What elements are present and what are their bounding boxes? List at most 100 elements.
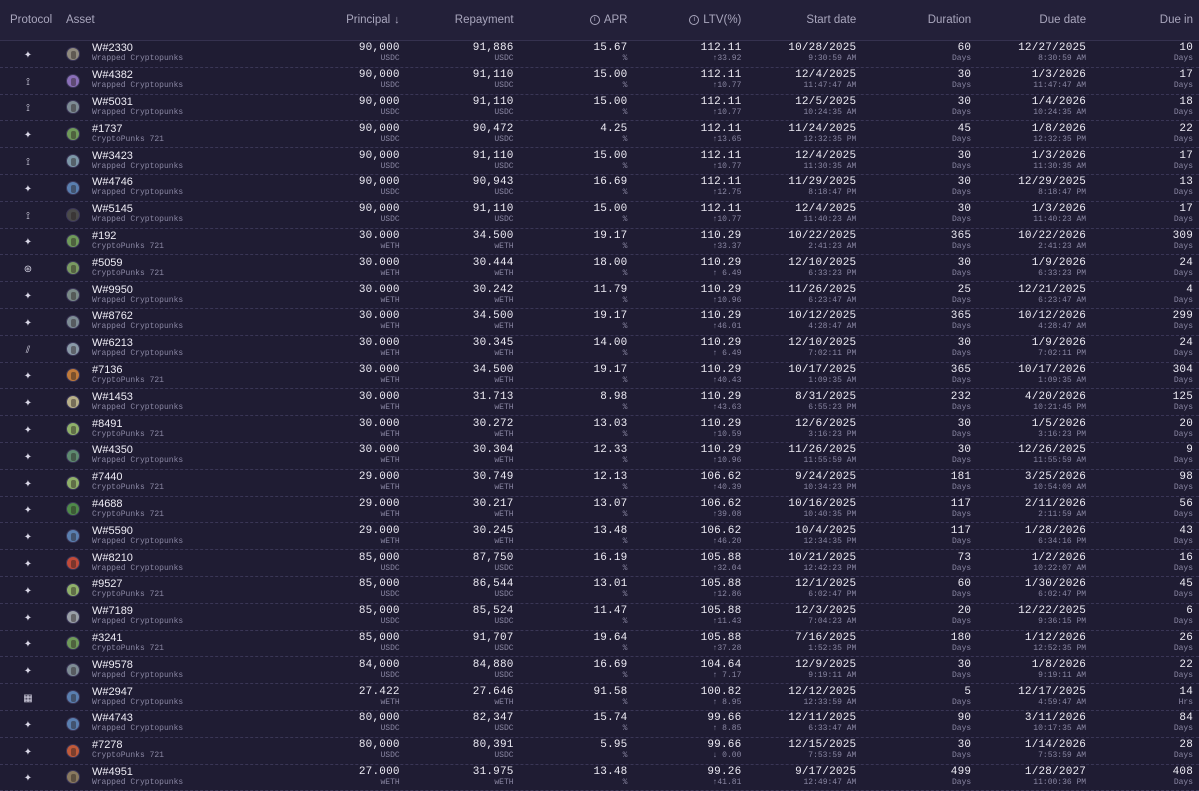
asset-cell[interactable]: W#8210 Wrapped Cryptopunks xyxy=(56,552,306,574)
table-row[interactable]: ✦ W#4746 Wrapped Cryptopunks 90,000 USDC… xyxy=(0,175,1199,202)
table-row[interactable]: ✦ W#8762 Wrapped Cryptopunks 30.000 wETH… xyxy=(0,309,1199,336)
table-row[interactable]: ⟟ W#3423 Wrapped Cryptopunks 90,000 USDC… xyxy=(0,148,1199,175)
asset-name[interactable]: #7278 xyxy=(92,740,164,751)
asset-cell[interactable]: W#4746 Wrapped Cryptopunks xyxy=(56,177,306,198)
table-row[interactable]: ✦ W#9950 Wrapped Cryptopunks 30.000 wETH… xyxy=(0,282,1199,309)
asset-cell[interactable]: W#2947 Wrapped Cryptopunks xyxy=(56,686,306,708)
table-row[interactable]: ✦ #4688 CryptoPunks 721 29.000 wETH 30.2… xyxy=(0,497,1199,524)
asset-cell[interactable]: W#5145 Wrapped Cryptopunks xyxy=(56,204,306,225)
asset-cell[interactable]: W#9950 Wrapped Cryptopunks xyxy=(56,284,306,306)
table-row[interactable]: ⊛ #5059 CryptoPunks 721 30.000 wETH 30.4… xyxy=(0,255,1199,283)
due-date: 1/4/2026 xyxy=(1031,95,1087,108)
table-row[interactable]: ✦ W#4743 Wrapped Cryptopunks 80,000 USDC… xyxy=(0,711,1199,738)
asset-cell[interactable]: W#1453 Wrapped Cryptopunks xyxy=(56,391,306,413)
asset-cell[interactable]: #7440 CryptoPunks 721 xyxy=(56,472,306,493)
table-row[interactable]: ⟟ W#5031 Wrapped Cryptopunks 90,000 USDC… xyxy=(0,95,1199,122)
asset-cell[interactable]: W#4350 Wrapped Cryptopunks xyxy=(56,445,306,466)
table-row[interactable]: ✦ #7278 CryptoPunks 721 80,000 USDC 80,3… xyxy=(0,738,1199,765)
asset-cell[interactable]: W#6213 Wrapped Cryptopunks xyxy=(56,338,306,359)
asset-cell[interactable]: #5059 CryptoPunks 721 xyxy=(56,257,306,279)
asset-name[interactable]: W#3423 xyxy=(92,150,183,162)
table-row[interactable]: ✦ W#5590 Wrapped Cryptopunks 29.000 wETH… xyxy=(0,523,1199,551)
start-time: 12:32:35 PM xyxy=(803,134,857,144)
asset-name[interactable]: #7440 xyxy=(92,472,164,483)
asset-name[interactable]: W#1453 xyxy=(92,391,183,403)
principal-cell: 30.000 wETH xyxy=(306,284,400,306)
col-protocol[interactable]: Protocol xyxy=(0,14,56,26)
info-icon[interactable]: i xyxy=(589,14,600,25)
asset-cell[interactable]: W#5031 Wrapped Cryptopunks xyxy=(56,96,306,118)
col-ltv[interactable]: i LTV(%) xyxy=(627,14,741,26)
asset-cell[interactable]: #8491 CryptoPunks 721 xyxy=(56,418,306,440)
asset-name[interactable]: W#2947 xyxy=(92,686,183,698)
asset-cell[interactable]: #9527 CryptoPunks 721 xyxy=(56,579,306,600)
table-row[interactable]: ⟟ W#4382 Wrapped Cryptopunks 90,000 USDC… xyxy=(0,68,1199,95)
asset-name[interactable]: W#4746 xyxy=(92,177,183,188)
asset-cell[interactable]: W#3423 Wrapped Cryptopunks xyxy=(56,150,306,172)
table-row[interactable]: ✦ #1737 CryptoPunks 721 90,000 USDC 90,4… xyxy=(0,121,1199,149)
table-row[interactable]: ✦ W#1453 Wrapped Cryptopunks 30.000 wETH… xyxy=(0,389,1199,417)
asset-name[interactable]: W#7189 xyxy=(92,606,183,617)
info-icon[interactable]: i xyxy=(689,14,700,25)
table-row[interactable]: ▦ W#2947 Wrapped Cryptopunks 27.422 wETH… xyxy=(0,684,1199,711)
asset-name[interactable]: W#8762 xyxy=(92,311,183,322)
col-principal[interactable]: Principal ↓ xyxy=(306,14,400,26)
asset-cell[interactable]: #1737 CryptoPunks 721 xyxy=(56,123,306,145)
asset-cell[interactable]: #192 CryptoPunks 721 xyxy=(56,230,306,252)
asset-cell[interactable]: W#4743 Wrapped Cryptopunks xyxy=(56,713,306,734)
asset-name[interactable]: #4688 xyxy=(92,498,164,510)
table-row[interactable]: ✦ #8491 CryptoPunks 721 30.000 wETH 30.2… xyxy=(0,416,1199,443)
asset-cell[interactable]: W#9578 Wrapped Cryptopunks xyxy=(56,659,306,681)
asset-cell[interactable]: #7278 CryptoPunks 721 xyxy=(56,740,306,761)
table-row[interactable]: ✦ W#9578 Wrapped Cryptopunks 84,000 USDC… xyxy=(0,657,1199,685)
asset-cell[interactable]: W#5590 Wrapped Cryptopunks xyxy=(56,525,306,547)
table-row[interactable]: ✦ #9527 CryptoPunks 721 85,000 USDC 86,5… xyxy=(0,577,1199,604)
col-start-date[interactable]: Start date xyxy=(741,14,856,26)
asset-cell[interactable]: W#7189 Wrapped Cryptopunks xyxy=(56,606,306,627)
table-row[interactable]: ✦ W#4350 Wrapped Cryptopunks 30.000 wETH… xyxy=(0,443,1199,470)
asset-name[interactable]: W#8210 xyxy=(92,552,183,564)
col-duration[interactable]: Duration xyxy=(856,14,971,26)
table-row[interactable]: ⟟ W#5145 Wrapped Cryptopunks 90,000 USDC… xyxy=(0,202,1199,229)
asset-name[interactable]: #9527 xyxy=(92,579,164,590)
asset-name[interactable]: W#5031 xyxy=(92,96,183,108)
table-row[interactable]: ✦ #7440 CryptoPunks 721 29.000 wETH 30.7… xyxy=(0,470,1199,497)
asset-name[interactable]: #5059 xyxy=(92,257,164,269)
table-row[interactable]: ⫽ W#6213 Wrapped Cryptopunks 30.000 wETH… xyxy=(0,336,1199,363)
col-repayment[interactable]: Repayment xyxy=(400,14,514,26)
asset-name[interactable]: #7136 xyxy=(92,364,164,376)
table-row[interactable]: ✦ W#8210 Wrapped Cryptopunks 85,000 USDC… xyxy=(0,550,1199,577)
asset-name[interactable]: #3241 xyxy=(92,632,164,644)
asset-cell[interactable]: #4688 CryptoPunks 721 xyxy=(56,498,306,520)
table-row[interactable]: ✦ #192 CryptoPunks 721 30.000 wETH 34.50… xyxy=(0,229,1199,256)
asset-name[interactable]: #1737 xyxy=(92,123,164,135)
col-asset[interactable]: Asset xyxy=(56,14,306,26)
table-row[interactable]: ✦ #7136 CryptoPunks 721 30.000 wETH 34.5… xyxy=(0,363,1199,390)
asset-cell[interactable]: W#8762 Wrapped Cryptopunks xyxy=(56,311,306,332)
asset-cell[interactable]: W#2330 Wrapped Cryptopunks xyxy=(56,43,306,64)
asset-name[interactable]: W#9950 xyxy=(92,284,183,296)
asset-name[interactable]: #192 xyxy=(92,230,164,242)
col-due-date[interactable]: Due date xyxy=(971,14,1086,26)
asset-cell[interactable]: W#4951 Wrapped Cryptopunks xyxy=(56,766,306,788)
asset-name[interactable]: W#4743 xyxy=(92,713,183,724)
asset-name[interactable]: W#4382 xyxy=(92,70,183,81)
asset-name[interactable]: W#6213 xyxy=(92,338,183,349)
asset-name[interactable]: W#4350 xyxy=(92,445,183,456)
due-in-cell: 28 Days xyxy=(1086,740,1199,761)
table-row[interactable]: ✦ W#4951 Wrapped Cryptopunks 27.000 wETH… xyxy=(0,765,1199,791)
col-due-in[interactable]: Due in xyxy=(1086,14,1199,26)
asset-name[interactable]: W#5590 xyxy=(92,525,183,537)
table-row[interactable]: ✦ #3241 CryptoPunks 721 85,000 USDC 91,7… xyxy=(0,631,1199,658)
asset-cell[interactable]: #3241 CryptoPunks 721 xyxy=(56,632,306,654)
table-row[interactable]: ✦ W#2330 Wrapped Cryptopunks 90,000 USDC… xyxy=(0,41,1199,68)
asset-name[interactable]: W#5145 xyxy=(92,204,183,215)
asset-name[interactable]: #8491 xyxy=(92,418,164,430)
table-row[interactable]: ✦ W#7189 Wrapped Cryptopunks 85,000 USDC… xyxy=(0,604,1199,631)
asset-cell[interactable]: #7136 CryptoPunks 721 xyxy=(56,364,306,386)
col-apr[interactable]: i APR xyxy=(514,14,627,26)
asset-name[interactable]: W#2330 xyxy=(92,43,183,54)
asset-cell[interactable]: W#4382 Wrapped Cryptopunks xyxy=(56,70,306,91)
asset-name[interactable]: W#4951 xyxy=(92,766,183,778)
asset-name[interactable]: W#9578 xyxy=(92,659,183,671)
